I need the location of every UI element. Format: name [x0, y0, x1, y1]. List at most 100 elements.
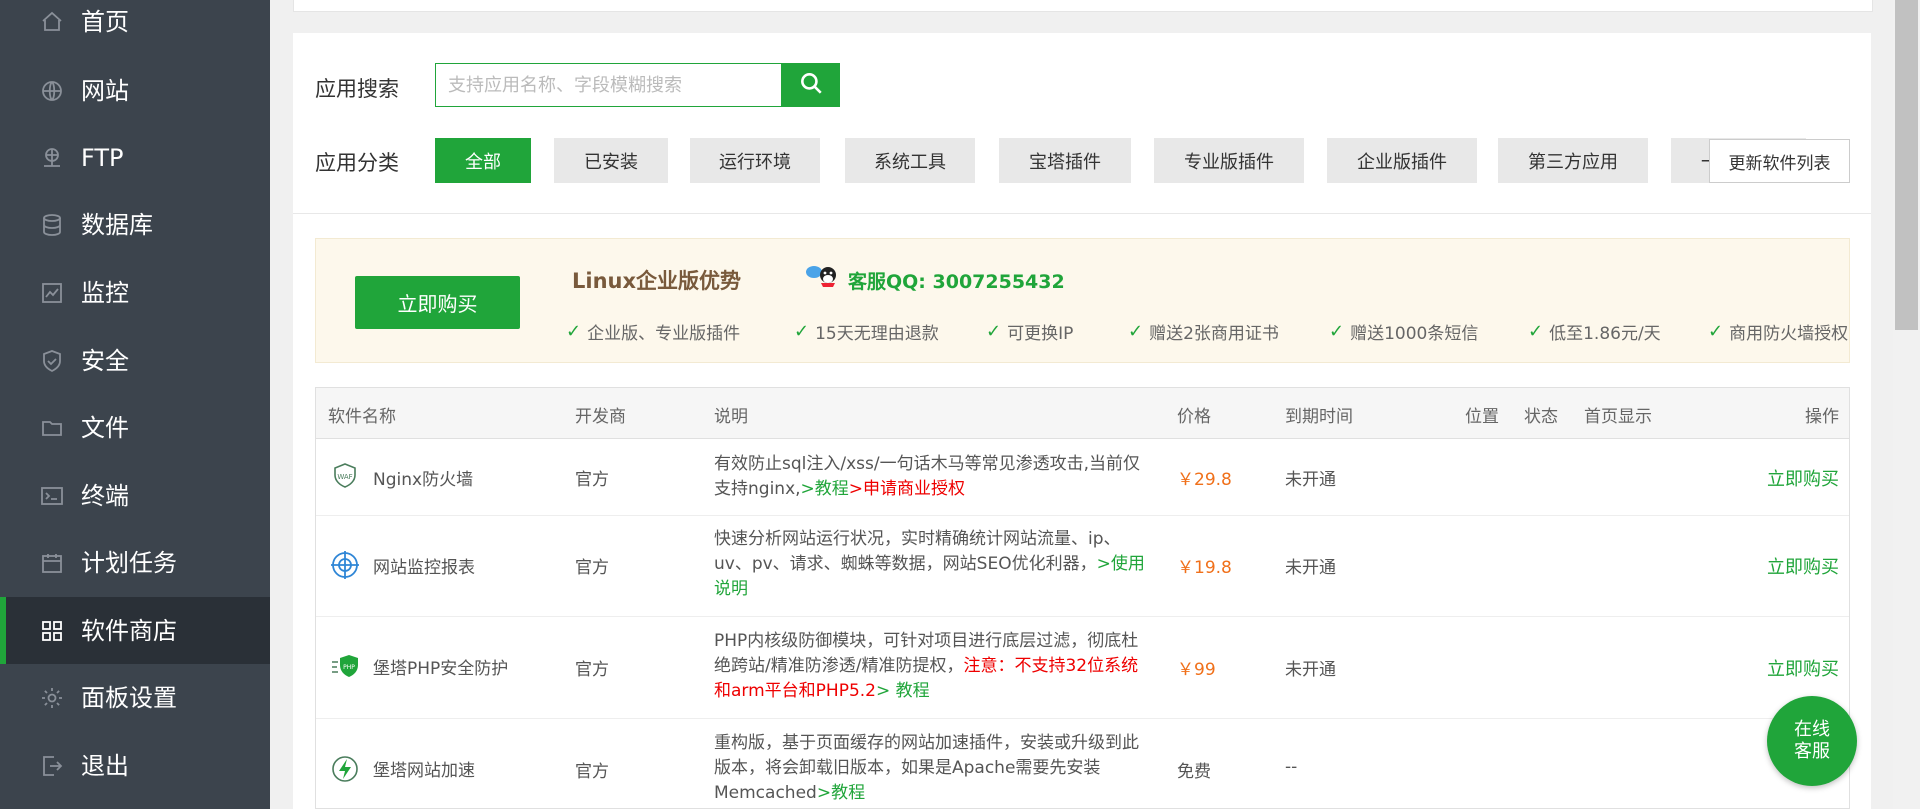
tab-pro-plugins[interactable]: 专业版插件: [1154, 138, 1304, 183]
developer: 官方: [575, 470, 609, 490]
tab-runtime[interactable]: 运行环境: [690, 138, 820, 183]
waf-icon: WAF: [330, 461, 360, 491]
price: ￥99: [1177, 660, 1216, 680]
tab-bt-plugins[interactable]: 宝塔插件: [999, 138, 1131, 183]
check-icon: ✓: [986, 321, 1002, 342]
online-support-button[interactable]: 在线 客服: [1767, 696, 1857, 786]
software-name: 堡塔PHP安全防护: [373, 659, 509, 679]
col-price: 价格: [1177, 407, 1211, 427]
col-action: 操作: [1805, 407, 1839, 427]
table-header: 软件名称 开发商 说明 价格 到期时间 位置 状态 首页显示 操作: [316, 388, 1849, 439]
price: 免费: [1177, 762, 1211, 782]
monitor-icon: [40, 281, 64, 305]
table-row: 堡塔网站加速 官方 重构版，基于页面缓存的网站加速插件，安装或升级到此版本，将会…: [316, 718, 1849, 808]
enterprise-promo-banner: 立即购买 Linux企业版优势 客服QQ: 3007255432 ✓ 企业版、专业…: [315, 238, 1850, 363]
sidebar-item-settings[interactable]: 面板设置: [0, 664, 270, 731]
tutorial-link[interactable]: >教程: [801, 479, 849, 499]
software-table: 软件名称 开发商 说明 价格 到期时间 位置 状态 首页显示 操作 WAF Ng…: [315, 387, 1850, 809]
bolt-icon: [330, 754, 360, 784]
sidebar-item-home[interactable]: 首页: [0, 0, 270, 55]
globe-icon: [40, 79, 64, 103]
sidebar-item-ftp[interactable]: FTP: [0, 124, 270, 191]
promo-feature: ✓ 企业版、专业版插件: [566, 321, 741, 344]
search-button[interactable]: [782, 63, 840, 107]
commercial-license-link[interactable]: >申请商业授权: [849, 479, 965, 499]
grid-icon: [40, 619, 64, 643]
buy-now-button[interactable]: 立即购买: [355, 276, 520, 329]
sidebar-item-label: 首页: [81, 7, 129, 36]
col-description: 说明: [714, 407, 748, 427]
shield-icon: [40, 349, 64, 373]
tab-enterprise-plugins[interactable]: 企业版插件: [1327, 138, 1477, 183]
sidebar-item-monitor[interactable]: 监控: [0, 259, 270, 326]
update-software-list-button[interactable]: 更新软件列表: [1709, 139, 1850, 183]
sidebar-item-label: 监控: [81, 278, 129, 307]
sidebar-item-app-store[interactable]: 软件商店: [0, 597, 270, 664]
col-status: 状态: [1524, 407, 1558, 427]
sidebar-item-label: 网站: [81, 76, 129, 105]
buy-button[interactable]: 立即购买: [1767, 655, 1839, 681]
promo-feature: ✓ 赠送1000条短信: [1329, 321, 1479, 344]
sidebar-item-security[interactable]: 安全: [0, 327, 270, 394]
developer: 官方: [575, 558, 609, 578]
search-input[interactable]: [436, 64, 781, 106]
check-icon: ✓: [1528, 321, 1544, 342]
qq-number: 客服QQ: 3007255432: [848, 270, 1065, 293]
description: 有效防止sql注入/xss/一句话木马等常见渗透攻击,当前仅支持nginx,>教…: [714, 454, 1141, 499]
sidebar-item-database[interactable]: 数据库: [0, 191, 270, 258]
expire-time: 未开通: [1285, 660, 1336, 680]
sidebar-item-files[interactable]: 文件: [0, 394, 270, 461]
search-box: [435, 63, 782, 107]
software-name: 网站监控报表: [373, 558, 475, 578]
col-expire: 到期时间: [1285, 407, 1353, 427]
tab-system-tools[interactable]: 系统工具: [845, 138, 975, 183]
sidebar-item-website[interactable]: 网站: [0, 57, 270, 124]
col-homepage-display: 首页显示: [1584, 407, 1652, 427]
sidebar-item-logout[interactable]: 退出: [0, 732, 270, 799]
php-shield-icon: PHP: [330, 652, 360, 682]
sidebar-item-label: 面板设置: [81, 683, 177, 712]
sidebar-item-cron[interactable]: 计划任务: [0, 529, 270, 596]
software-name: Nginx防火墙: [373, 470, 474, 490]
sidebar-item-label: 计划任务: [81, 548, 177, 577]
tab-all[interactable]: 全部: [435, 138, 531, 183]
promo-feature: ✓ 可更换IP: [986, 321, 1074, 344]
sidebar-item-label: 软件商店: [81, 616, 177, 645]
sidebar: 首页 网站 FTP 数据库 监控 安全 文件 终端 计划任务 软件商店 面板设置: [0, 0, 270, 809]
tutorial-link[interactable]: > 教程: [876, 681, 930, 701]
sidebar-item-terminal[interactable]: 终端: [0, 462, 270, 529]
table-row: 网站监控报表 官方 快速分析网站运行状况，实时精确统计网站流量、ip、uv、pv…: [316, 515, 1849, 617]
software-name: 堡塔网站加速: [373, 761, 475, 781]
gear-icon: [40, 686, 64, 710]
svg-text:PHP: PHP: [343, 664, 355, 671]
promo-feature: ✓ 低至1.86元/天: [1528, 321, 1661, 344]
sidebar-item-label: 数据库: [81, 210, 153, 239]
expire-time: --: [1285, 757, 1298, 777]
tab-third-party[interactable]: 第三方应用: [1498, 138, 1648, 183]
promo-title: Linux企业版优势: [572, 269, 742, 293]
calendar-icon: [40, 551, 64, 575]
developer: 官方: [575, 762, 609, 782]
qq-penguin-icon: [804, 263, 842, 297]
buy-button[interactable]: 立即购买: [1767, 465, 1839, 491]
expire-time: 未开通: [1285, 558, 1336, 578]
price: ￥29.8: [1177, 470, 1232, 490]
sidebar-item-label: 退出: [81, 751, 129, 780]
table-row: PHP 堡塔PHP安全防护 官方 PHP内核级防御模块，可针对项目进行底层过滤，…: [316, 616, 1849, 719]
category-label: 应用分类: [315, 151, 399, 175]
database-icon: [40, 213, 64, 237]
promo-feature: ✓ 15天无理由退款: [794, 321, 939, 344]
home-icon: [40, 10, 64, 34]
developer: 官方: [575, 660, 609, 680]
sidebar-item-label: FTP: [81, 143, 124, 172]
tab-installed[interactable]: 已安装: [554, 138, 668, 183]
tutorial-link[interactable]: >教程: [817, 783, 865, 803]
top-card: [293, 0, 1873, 12]
description: 重构版，基于页面缓存的网站加速插件，安装或升级到此版本，将会卸载旧版本，如果是A…: [714, 733, 1139, 803]
ftp-icon: [40, 146, 64, 170]
buy-button[interactable]: 立即购买: [1767, 553, 1839, 579]
col-location: 位置: [1465, 407, 1499, 427]
customer-service-qq[interactable]: 客服QQ: 3007255432: [804, 263, 1065, 297]
divider: [293, 213, 1871, 214]
scrollbar-thumb[interactable]: [1895, 0, 1918, 330]
